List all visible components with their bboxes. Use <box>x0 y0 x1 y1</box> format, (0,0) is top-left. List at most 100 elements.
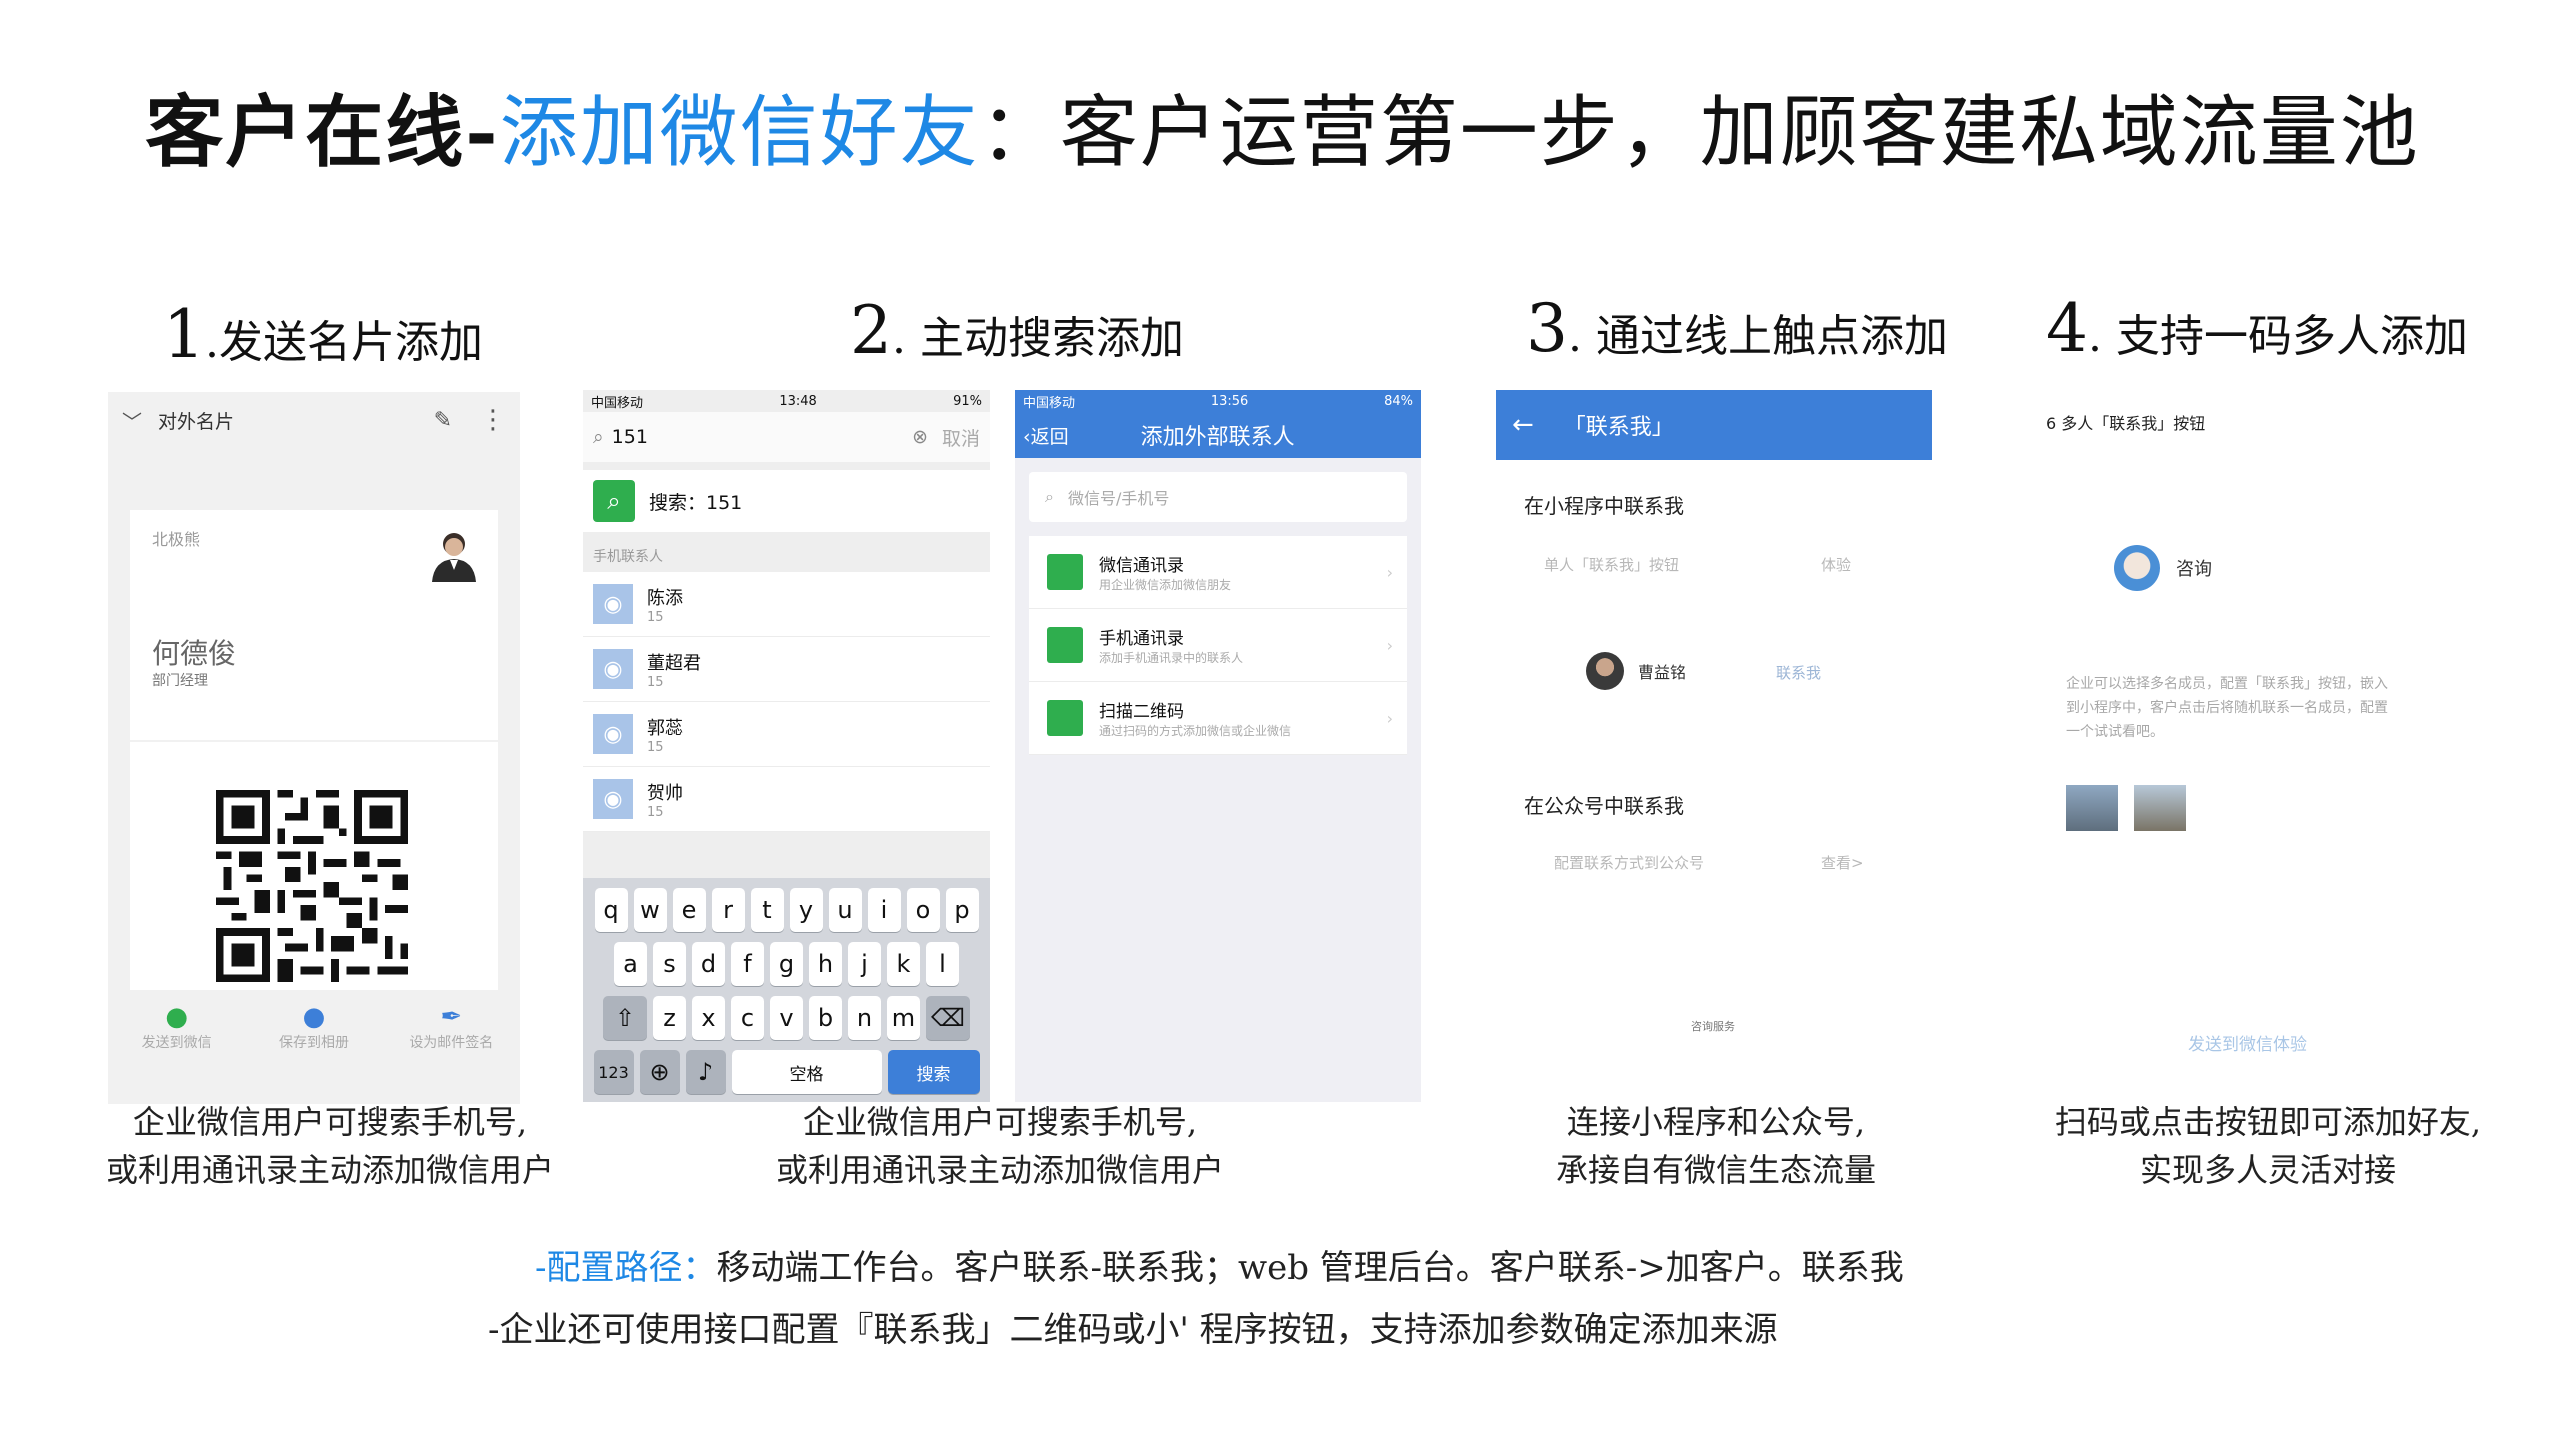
card-role: 部门经理 <box>152 673 208 689</box>
key-c[interactable]: c <box>731 996 764 1040</box>
set-email-signature-button[interactable]: ✒ 设为邮件签名 <box>401 1002 501 1052</box>
contact-phone: 15 <box>647 674 664 690</box>
edit-icon[interactable]: ✎ <box>434 408 452 433</box>
search-input[interactable]: ⌕ 微信号/手机号 <box>1029 472 1407 522</box>
carrier-label: 中国移动 <box>591 395 644 411</box>
option-list: 微信通讯录 用企业微信添加微信朋友 › 手机通讯录添加手机通讯录中的联系人 › 扫… <box>1029 536 1407 755</box>
action-label: 保存到相册 <box>278 1035 349 1051</box>
key-a[interactable]: a <box>614 942 647 986</box>
chevron-down-icon[interactable]: ﹀ <box>122 406 142 435</box>
clock-label: 13:56 <box>1210 393 1249 409</box>
multi-contact-screen: 6 多人「联系我」按钮 咨询 企业可以选择多名成员，配置「联系我」按钮，嵌入到小… <box>2016 390 2452 1102</box>
list-item[interactable]: ◉ 贺帅 15 <box>583 767 990 832</box>
try-link[interactable]: 体验 <box>1821 554 1851 575</box>
view-link[interactable]: 查看> <box>1821 852 1864 873</box>
step-4-heading: 4. 支持一码多人添加 <box>2046 290 2468 367</box>
keyboard-row-4: 123 ⊕ ♪ 空格 搜索 <box>583 1050 990 1094</box>
contact-me-button[interactable]: 联系我 <box>1776 662 1821 683</box>
key-q[interactable]: q <box>594 888 628 932</box>
key-x[interactable]: x <box>692 996 725 1040</box>
option-subtitle: 添加手机通讯录中的联系人 <box>1099 651 1244 665</box>
microphone-icon[interactable]: ♪ <box>685 1050 726 1094</box>
shift-key[interactable]: ⇧ <box>603 996 647 1040</box>
qr-code[interactable] <box>216 790 408 982</box>
more-icon[interactable]: ⋮ <box>480 405 506 435</box>
contact-phone: 15 <box>647 804 664 820</box>
search-key[interactable]: 搜索 <box>887 1050 980 1094</box>
key-d[interactable]: d <box>692 942 725 986</box>
wechat-icon: ● <box>165 1002 188 1032</box>
send-to-wechat-button[interactable]: ● 发送到微信 <box>127 1002 227 1052</box>
key-m[interactable]: m <box>887 996 920 1040</box>
company-name: 北极熊 <box>152 530 201 549</box>
key-g[interactable]: g <box>770 942 803 986</box>
key-r[interactable]: r <box>711 888 745 932</box>
contacts-icon <box>1047 554 1083 590</box>
search-result-row[interactable]: ⌕ 搜索：151 <box>583 470 990 532</box>
caption-line: 或利用通讯录主动添加微信用户 <box>775 1151 1224 1189</box>
globe-icon[interactable]: ⊕ <box>639 1050 680 1094</box>
contact-phone: 15 <box>647 609 664 625</box>
business-card-screen: ﹀ 对外名片 ✎ ⋮ 北极熊 何德俊 部门经理 ● 发送到微信 ● 保存到相册 … <box>108 392 520 1104</box>
search-icon: ⌕ <box>593 480 635 522</box>
numbers-key[interactable]: 123 <box>593 1050 634 1094</box>
card-actions: ● 发送到微信 ● 保存到相册 ✒ 设为邮件签名 <box>108 1002 520 1052</box>
option-scan-qr[interactable]: 扫描二维码 通过扫码的方式添加微信或企业微信 › <box>1029 682 1407 755</box>
option-title: 手机通讯录 <box>1099 629 1184 649</box>
option-phone-contacts[interactable]: 手机通讯录添加手机通讯录中的联系人 › <box>1029 609 1407 682</box>
key-j[interactable]: j <box>848 942 881 986</box>
backspace-key[interactable]: ⌫ <box>926 996 970 1040</box>
caption-3: 连接小程序和公众号, 承接自有微信生态流量 <box>1456 1098 1976 1194</box>
screen-header: 6 多人「联系我」按钮 <box>2046 414 2206 433</box>
key-u[interactable]: u <box>828 888 862 932</box>
title-part1: 客户在线- <box>145 87 500 178</box>
key-v[interactable]: v <box>770 996 803 1040</box>
consult-button[interactable]: 咨询 <box>2114 545 2212 591</box>
contact-name: 贺帅 <box>647 782 683 804</box>
option-title: 微信通讯录 <box>1099 556 1184 576</box>
person-icon: ◉ <box>593 779 633 819</box>
key-o[interactable]: o <box>906 888 940 932</box>
key-i[interactable]: i <box>867 888 901 932</box>
card-topbar-title: 对外名片 <box>158 410 235 433</box>
clear-icon[interactable]: ⊗ <box>912 426 928 448</box>
key-y[interactable]: y <box>789 888 823 932</box>
key-z[interactable]: z <box>653 996 686 1040</box>
title-part3: ：客户运营第一步，加顾客建私域流量池 <box>979 88 2420 178</box>
send-to-wechat-link[interactable]: 发送到微信体验 <box>2188 1030 2307 1055</box>
cancel-button[interactable]: 取消 <box>942 424 980 451</box>
key-k[interactable]: k <box>887 942 920 986</box>
key-w[interactable]: w <box>633 888 667 932</box>
option-wechat-contacts[interactable]: 微信通讯录 用企业微信添加微信朋友 › <box>1029 536 1407 609</box>
member-photo <box>2134 785 2186 831</box>
caption-line: 企业微信用户可搜索手机号, <box>132 1103 528 1141</box>
person-icon: ◉ <box>593 649 633 689</box>
key-l[interactable]: l <box>926 942 959 986</box>
list-item[interactable]: ◉ 郭蕊 15 <box>583 702 990 767</box>
config-path: -配置路径：移动端工作台。客户联系-联系我；web 管理后台。客户联系->加客户… <box>535 1240 1904 1289</box>
caption-line: 实现多人灵活对接 <box>2139 1151 2396 1189</box>
list-item[interactable]: ◉ 陈添 15 <box>583 572 990 637</box>
key-h[interactable]: h <box>809 942 842 986</box>
list-item[interactable]: ◉ 董超君 15 <box>583 637 990 702</box>
back-arrow-icon[interactable]: ← <box>1512 410 1534 440</box>
key-e[interactable]: e <box>672 888 706 932</box>
save-to-album-button[interactable]: ● 保存到相册 <box>264 1002 364 1052</box>
key-f[interactable]: f <box>731 942 764 986</box>
key-n[interactable]: n <box>848 996 881 1040</box>
space-key[interactable]: 空格 <box>731 1050 882 1094</box>
avatar <box>426 526 482 582</box>
chevron-right-icon: › <box>1386 635 1393 655</box>
consult-label: 咨询 <box>2176 559 2212 580</box>
footer-label: 咨询服务 <box>1691 1020 1735 1033</box>
option-subtitle: 通过扫码的方式添加微信或企业微信 <box>1099 724 1292 738</box>
nav-bar: ‹返回 添加外部联系人 <box>1015 412 1421 458</box>
action-label: 发送到微信 <box>141 1035 212 1051</box>
key-s[interactable]: s <box>653 942 686 986</box>
key-t[interactable]: t <box>750 888 784 932</box>
back-button[interactable]: ‹返回 <box>1023 422 1069 449</box>
key-p[interactable]: p <box>945 888 979 932</box>
key-b[interactable]: b <box>809 996 842 1040</box>
search-input[interactable]: 151 <box>612 426 912 448</box>
card-name: 何德俊 <box>152 637 237 670</box>
